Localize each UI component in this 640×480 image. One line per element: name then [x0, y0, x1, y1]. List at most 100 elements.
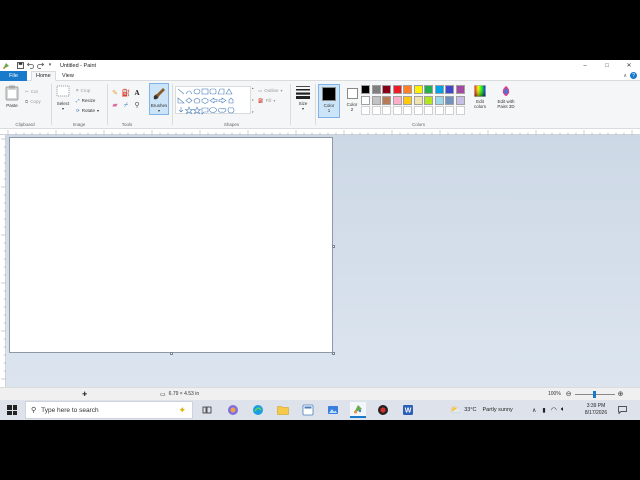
help-icon[interactable]: ?: [630, 72, 637, 79]
pencil-icon[interactable]: ✎: [111, 89, 119, 97]
redo-icon[interactable]: [36, 62, 44, 70]
taskbar-search[interactable]: ⚲ Type here to search ✦: [25, 401, 193, 419]
clock[interactable]: 3:39 PM 8/17/2026: [582, 400, 610, 420]
search-placeholder: Type here to search: [41, 406, 99, 414]
word-app-icon[interactable]: W: [400, 402, 416, 418]
shapes-scroll[interactable]: ▴ ▾ ▾: [252, 86, 255, 114]
custom-color-slot[interactable]: [424, 106, 433, 115]
app-circle-icon[interactable]: [375, 402, 391, 418]
weather-widget[interactable]: ⛅ 33°C Partly sunny: [450, 400, 513, 420]
fill-bucket-icon[interactable]: ⛽: [122, 89, 131, 97]
custom-color-slot[interactable]: [371, 106, 381, 115]
text-tool-icon[interactable]: A: [133, 89, 141, 97]
windows-start-icon[interactable]: [7, 405, 17, 415]
magnifier-icon[interactable]: ⚲: [133, 101, 141, 109]
copilot-icon[interactable]: [225, 402, 241, 418]
color1-button[interactable]: Color 1: [318, 84, 340, 118]
color2-button[interactable]: Color 2: [342, 84, 362, 112]
color-swatch[interactable]: [455, 85, 465, 94]
resize-button[interactable]: ⤢ Resize: [76, 97, 95, 104]
color-swatch[interactable]: [361, 85, 370, 94]
shapes-gallery[interactable]: [175, 86, 251, 115]
custom-color-slot[interactable]: [445, 106, 454, 115]
rotate-button[interactable]: ⟳ Rotate ▾: [76, 107, 99, 114]
file-explorer-icon[interactable]: [275, 402, 291, 418]
quick-access-dropdown-icon[interactable]: ▾: [46, 62, 54, 70]
zoom-slider-thumb[interactable]: [593, 390, 597, 398]
file-menu-button[interactable]: File: [0, 71, 27, 81]
color-swatch[interactable]: [445, 95, 454, 105]
undo-icon[interactable]: [26, 62, 34, 70]
custom-color-slot[interactable]: [434, 106, 444, 115]
select-button[interactable]: Select ▾: [54, 85, 72, 111]
photos-app-icon[interactable]: [325, 402, 341, 418]
custom-color-slot[interactable]: [361, 106, 370, 115]
fill-button[interactable]: ⛽ Fill ▾: [258, 97, 275, 104]
resize-handle-bottom[interactable]: [170, 352, 173, 355]
color-swatch[interactable]: [361, 95, 370, 105]
task-view-icon[interactable]: [199, 402, 215, 418]
chevron-down-icon: ▾: [280, 88, 283, 93]
resize-handle-right[interactable]: [332, 245, 335, 248]
maximize-button[interactable]: □: [596, 60, 618, 71]
copy-button[interactable]: ⧉ Copy: [25, 98, 41, 105]
color-swatch[interactable]: [371, 95, 381, 105]
volume-icon[interactable]: 🔈︎: [561, 406, 565, 414]
color-swatch[interactable]: [455, 95, 465, 105]
crop-button[interactable]: ⌗ Crop: [76, 87, 90, 94]
resize-handle-corner[interactable]: [332, 352, 335, 355]
color2-label: Color 2: [346, 102, 358, 112]
eraser-icon[interactable]: ▰: [111, 101, 119, 109]
tab-home[interactable]: Home: [31, 71, 56, 81]
edit-colors-button[interactable]: Edit colors: [470, 85, 490, 109]
collapse-ribbon-icon[interactable]: ∧: [623, 73, 627, 79]
color-swatch[interactable]: [413, 85, 423, 94]
chevron-down-icon: ▾: [157, 108, 160, 113]
paint-app-icon: [2, 62, 10, 70]
drawing-canvas[interactable]: [9, 137, 333, 353]
close-button[interactable]: ✕: [618, 60, 640, 71]
edge-browser-icon[interactable]: [250, 402, 266, 418]
zoom-slider[interactable]: [574, 390, 615, 398]
custom-color-slot[interactable]: [382, 106, 391, 115]
color-swatch[interactable]: [434, 85, 444, 94]
custom-color-slot[interactable]: [403, 106, 412, 115]
size-button[interactable]: Size ▾: [293, 85, 313, 111]
chevron-up-icon[interactable]: ∧: [532, 407, 536, 414]
color-swatch[interactable]: [403, 95, 412, 105]
wifi-icon[interactable]: ◠: [551, 406, 557, 414]
color-swatch[interactable]: [445, 85, 454, 94]
notifications-icon[interactable]: [618, 400, 627, 420]
zoom-out-icon[interactable]: ⊖: [566, 390, 572, 398]
save-icon[interactable]: [16, 62, 24, 70]
color-swatch[interactable]: [424, 95, 433, 105]
outline-button[interactable]: ▭ Outline ▾: [258, 87, 283, 94]
color-swatch[interactable]: [382, 85, 391, 94]
color-swatch[interactable]: [434, 95, 444, 105]
battery-icon[interactable]: ▮: [542, 407, 545, 414]
menu-bar: File Home View ∧ ?: [0, 71, 640, 81]
color-picker-icon[interactable]: ⌿: [122, 101, 130, 109]
color-swatch[interactable]: [371, 85, 381, 94]
color-swatch[interactable]: [424, 85, 433, 94]
paste-button[interactable]: Paste: [3, 85, 21, 108]
color-swatch[interactable]: [403, 85, 412, 94]
color-swatch[interactable]: [392, 85, 402, 94]
paste-label: Paste: [6, 103, 18, 108]
brushes-button[interactable]: Brushes ▾: [149, 83, 169, 115]
color-swatch[interactable]: [392, 95, 402, 105]
paint-taskbar-icon[interactable]: [350, 402, 366, 418]
custom-color-slot[interactable]: [392, 106, 402, 115]
color-swatch[interactable]: [413, 95, 423, 105]
line-size-icon: [296, 86, 310, 99]
custom-color-slot[interactable]: [455, 106, 465, 115]
tab-view[interactable]: View: [62, 71, 74, 81]
calculator-app-icon[interactable]: [300, 402, 316, 418]
edit-with-paint3d-button[interactable]: Edit with Paint 3D: [492, 85, 520, 109]
custom-color-slot[interactable]: [413, 106, 423, 115]
clipboard-group-label: Clipboard: [15, 122, 35, 127]
color-swatch[interactable]: [382, 95, 391, 105]
cut-button[interactable]: ✂ Cut: [25, 88, 38, 95]
zoom-in-icon[interactable]: ⊕: [618, 390, 624, 398]
minimize-button[interactable]: –: [574, 60, 596, 71]
